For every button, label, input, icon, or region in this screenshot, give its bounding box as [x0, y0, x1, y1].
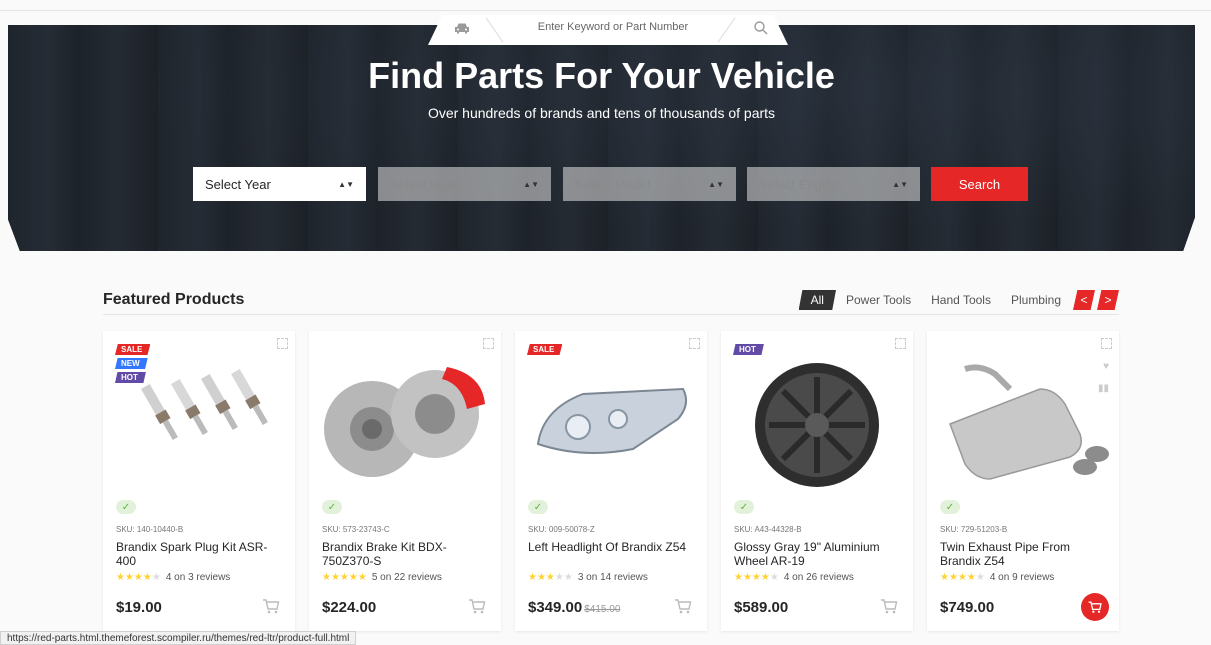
- price-value: $224.00: [322, 599, 377, 616]
- vehicle-search-button[interactable]: Search: [931, 167, 1028, 201]
- top-divider: [0, 10, 1211, 11]
- in-stock-check-icon: ✓: [322, 500, 342, 514]
- product-image-brake-kit[interactable]: [317, 349, 493, 489]
- product-rating: ★★★★★ 3 on 14 reviews: [528, 572, 648, 583]
- product-rating: ★★★★★ 4 on 26 reviews: [734, 572, 854, 583]
- select-engine[interactable]: Select Engine ▲▼: [747, 167, 920, 201]
- product-name[interactable]: Glossy Gray 19" Aluminium Wheel AR-19: [734, 540, 904, 568]
- product-image-headlight[interactable]: [523, 349, 699, 489]
- product-price: $19.00: [116, 599, 162, 616]
- product-sku: SKU: A43-44328-B: [734, 525, 802, 534]
- product-image-exhaust-pipe[interactable]: [935, 349, 1111, 489]
- star-rating-icon: ★★★★★: [734, 572, 779, 583]
- star-rating-icon: ★★★★★: [528, 572, 573, 583]
- product-sku: SKU: 009-50078-Z: [528, 525, 595, 534]
- review-count: 5 on 22 reviews: [371, 572, 442, 583]
- add-to-cart-button[interactable]: [879, 596, 899, 616]
- chevron-updown-icon: ▲▼: [892, 179, 908, 189]
- price-value: $349.00: [528, 599, 583, 616]
- hero-banner: Find Parts For Your Vehicle Over hundred…: [8, 25, 1195, 251]
- featured-divider: [103, 314, 1119, 315]
- price-value: $19.00: [116, 599, 162, 616]
- price-value: $749.00: [940, 599, 995, 616]
- product-price: $224.00: [322, 599, 376, 616]
- product-sku: SKU: 140-10440-B: [116, 525, 184, 534]
- in-stock-check-icon: ✓: [116, 500, 136, 514]
- featured-title: Featured Products: [103, 291, 245, 308]
- product-card[interactable]: ✓ SKU: 573-23743-C Brandix Brake Kit BDX…: [309, 331, 501, 631]
- review-count: 4 on 9 reviews: [989, 572, 1055, 583]
- in-stock-check-icon: ✓: [940, 500, 960, 514]
- add-to-cart-button[interactable]: [467, 596, 487, 616]
- product-card[interactable]: HOT ✓ SKU: A43-44328-B Glossy Gray 19" A…: [721, 331, 913, 631]
- select-engine-label: Select Engine: [759, 176, 840, 192]
- product-name[interactable]: Brandix Brake Kit BDX-750Z370-S: [322, 540, 492, 568]
- badge-hot: HOT: [115, 372, 146, 383]
- star-rating-icon: ★★★★★: [116, 572, 161, 583]
- chevron-updown-icon: ▲▼: [338, 179, 354, 189]
- product-card[interactable]: SALE NEW HOT ✓ SKU: 140-10440-B Brandix …: [103, 331, 295, 631]
- select-year[interactable]: Select Year ▲▼: [193, 167, 366, 201]
- quickview-icon[interactable]: [895, 338, 906, 349]
- add-to-cart-button[interactable]: [1081, 593, 1109, 621]
- badge-sale: SALE: [115, 344, 151, 355]
- car-icon[interactable]: [454, 22, 470, 34]
- product-price: $589.00: [734, 599, 788, 616]
- product-image-wheel[interactable]: [729, 349, 905, 489]
- star-rating-icon: ★★★★★: [940, 572, 985, 583]
- hero-title: Find Parts For Your Vehicle: [368, 55, 835, 96]
- product-rating: ★★★★★ 4 on 9 reviews: [940, 572, 1054, 583]
- keyword-search-input[interactable]: Enter Keyword or Part Number: [518, 21, 708, 33]
- review-count: 3 on 14 reviews: [577, 572, 648, 583]
- carousel-prev-button[interactable]: <: [1073, 290, 1095, 310]
- star-rating-icon: ★★★★★: [322, 572, 367, 583]
- product-price: $349.00 $415.00: [528, 599, 620, 616]
- price-value: $589.00: [734, 599, 789, 616]
- select-model-label: Select Model: [575, 176, 651, 192]
- carousel-next-button[interactable]: >: [1097, 290, 1119, 310]
- select-make-label: Select Make: [390, 176, 462, 192]
- product-sku: SKU: 729-51203-B: [940, 525, 1008, 534]
- cart-icon: [1088, 601, 1102, 613]
- filter-all[interactable]: All: [798, 290, 836, 310]
- category-filters: All Power Tools Hand Tools Plumbing < >: [798, 290, 1119, 310]
- add-to-cart-button[interactable]: [261, 596, 281, 616]
- select-year-label: Select Year: [205, 176, 271, 192]
- product-sku: SKU: 573-23743-C: [322, 525, 390, 534]
- product-price: $749.00: [940, 599, 994, 616]
- filter-power-tools[interactable]: Power Tools: [836, 293, 921, 307]
- product-card[interactable]: ♥ ▮▮ ✓ SKU: 729-51203-B Twin Exhaust Pip…: [927, 331, 1119, 631]
- select-make[interactable]: Select Make ▲▼: [378, 167, 551, 201]
- chevron-updown-icon: ▲▼: [523, 179, 539, 189]
- search-icon[interactable]: [753, 20, 769, 36]
- product-rating: ★★★★★ 4 on 3 reviews: [116, 572, 230, 583]
- hero-subtitle: Over hundreds of brands and tens of thou…: [427, 105, 776, 121]
- review-count: 4 on 3 reviews: [165, 572, 231, 583]
- filter-hand-tools[interactable]: Hand Tools: [921, 293, 1001, 307]
- product-name[interactable]: Left Headlight Of Brandix Z54: [528, 540, 698, 554]
- in-stock-check-icon: ✓: [734, 500, 754, 514]
- badge-new: NEW: [115, 358, 148, 369]
- quickview-icon[interactable]: [1101, 338, 1112, 349]
- badge-sale: SALE: [527, 344, 563, 355]
- quickview-icon[interactable]: [483, 338, 494, 349]
- product-name[interactable]: Twin Exhaust Pipe From Brandix Z54: [940, 540, 1110, 568]
- product-name[interactable]: Brandix Spark Plug Kit ASR-400: [116, 540, 286, 568]
- review-count: 4 on 26 reviews: [783, 572, 854, 583]
- in-stock-check-icon: ✓: [528, 500, 548, 514]
- filter-plumbing[interactable]: Plumbing: [1001, 293, 1071, 307]
- browser-status-url: https://red-parts.html.themeforest.scomp…: [0, 631, 357, 645]
- chevron-updown-icon: ▲▼: [708, 179, 724, 189]
- old-price: $415.00: [584, 604, 621, 615]
- product-rating: ★★★★★ 5 on 22 reviews: [322, 572, 442, 583]
- add-to-cart-button[interactable]: [673, 596, 693, 616]
- badge-hot: HOT: [733, 344, 764, 355]
- select-model[interactable]: Select Model ▲▼: [563, 167, 736, 201]
- quickview-icon[interactable]: [689, 338, 700, 349]
- keyword-search-bar[interactable]: Enter Keyword or Part Number: [428, 15, 788, 45]
- product-card[interactable]: SALE ✓ SKU: 009-50078-Z Left Headlight O…: [515, 331, 707, 631]
- quickview-icon[interactable]: [277, 338, 288, 349]
